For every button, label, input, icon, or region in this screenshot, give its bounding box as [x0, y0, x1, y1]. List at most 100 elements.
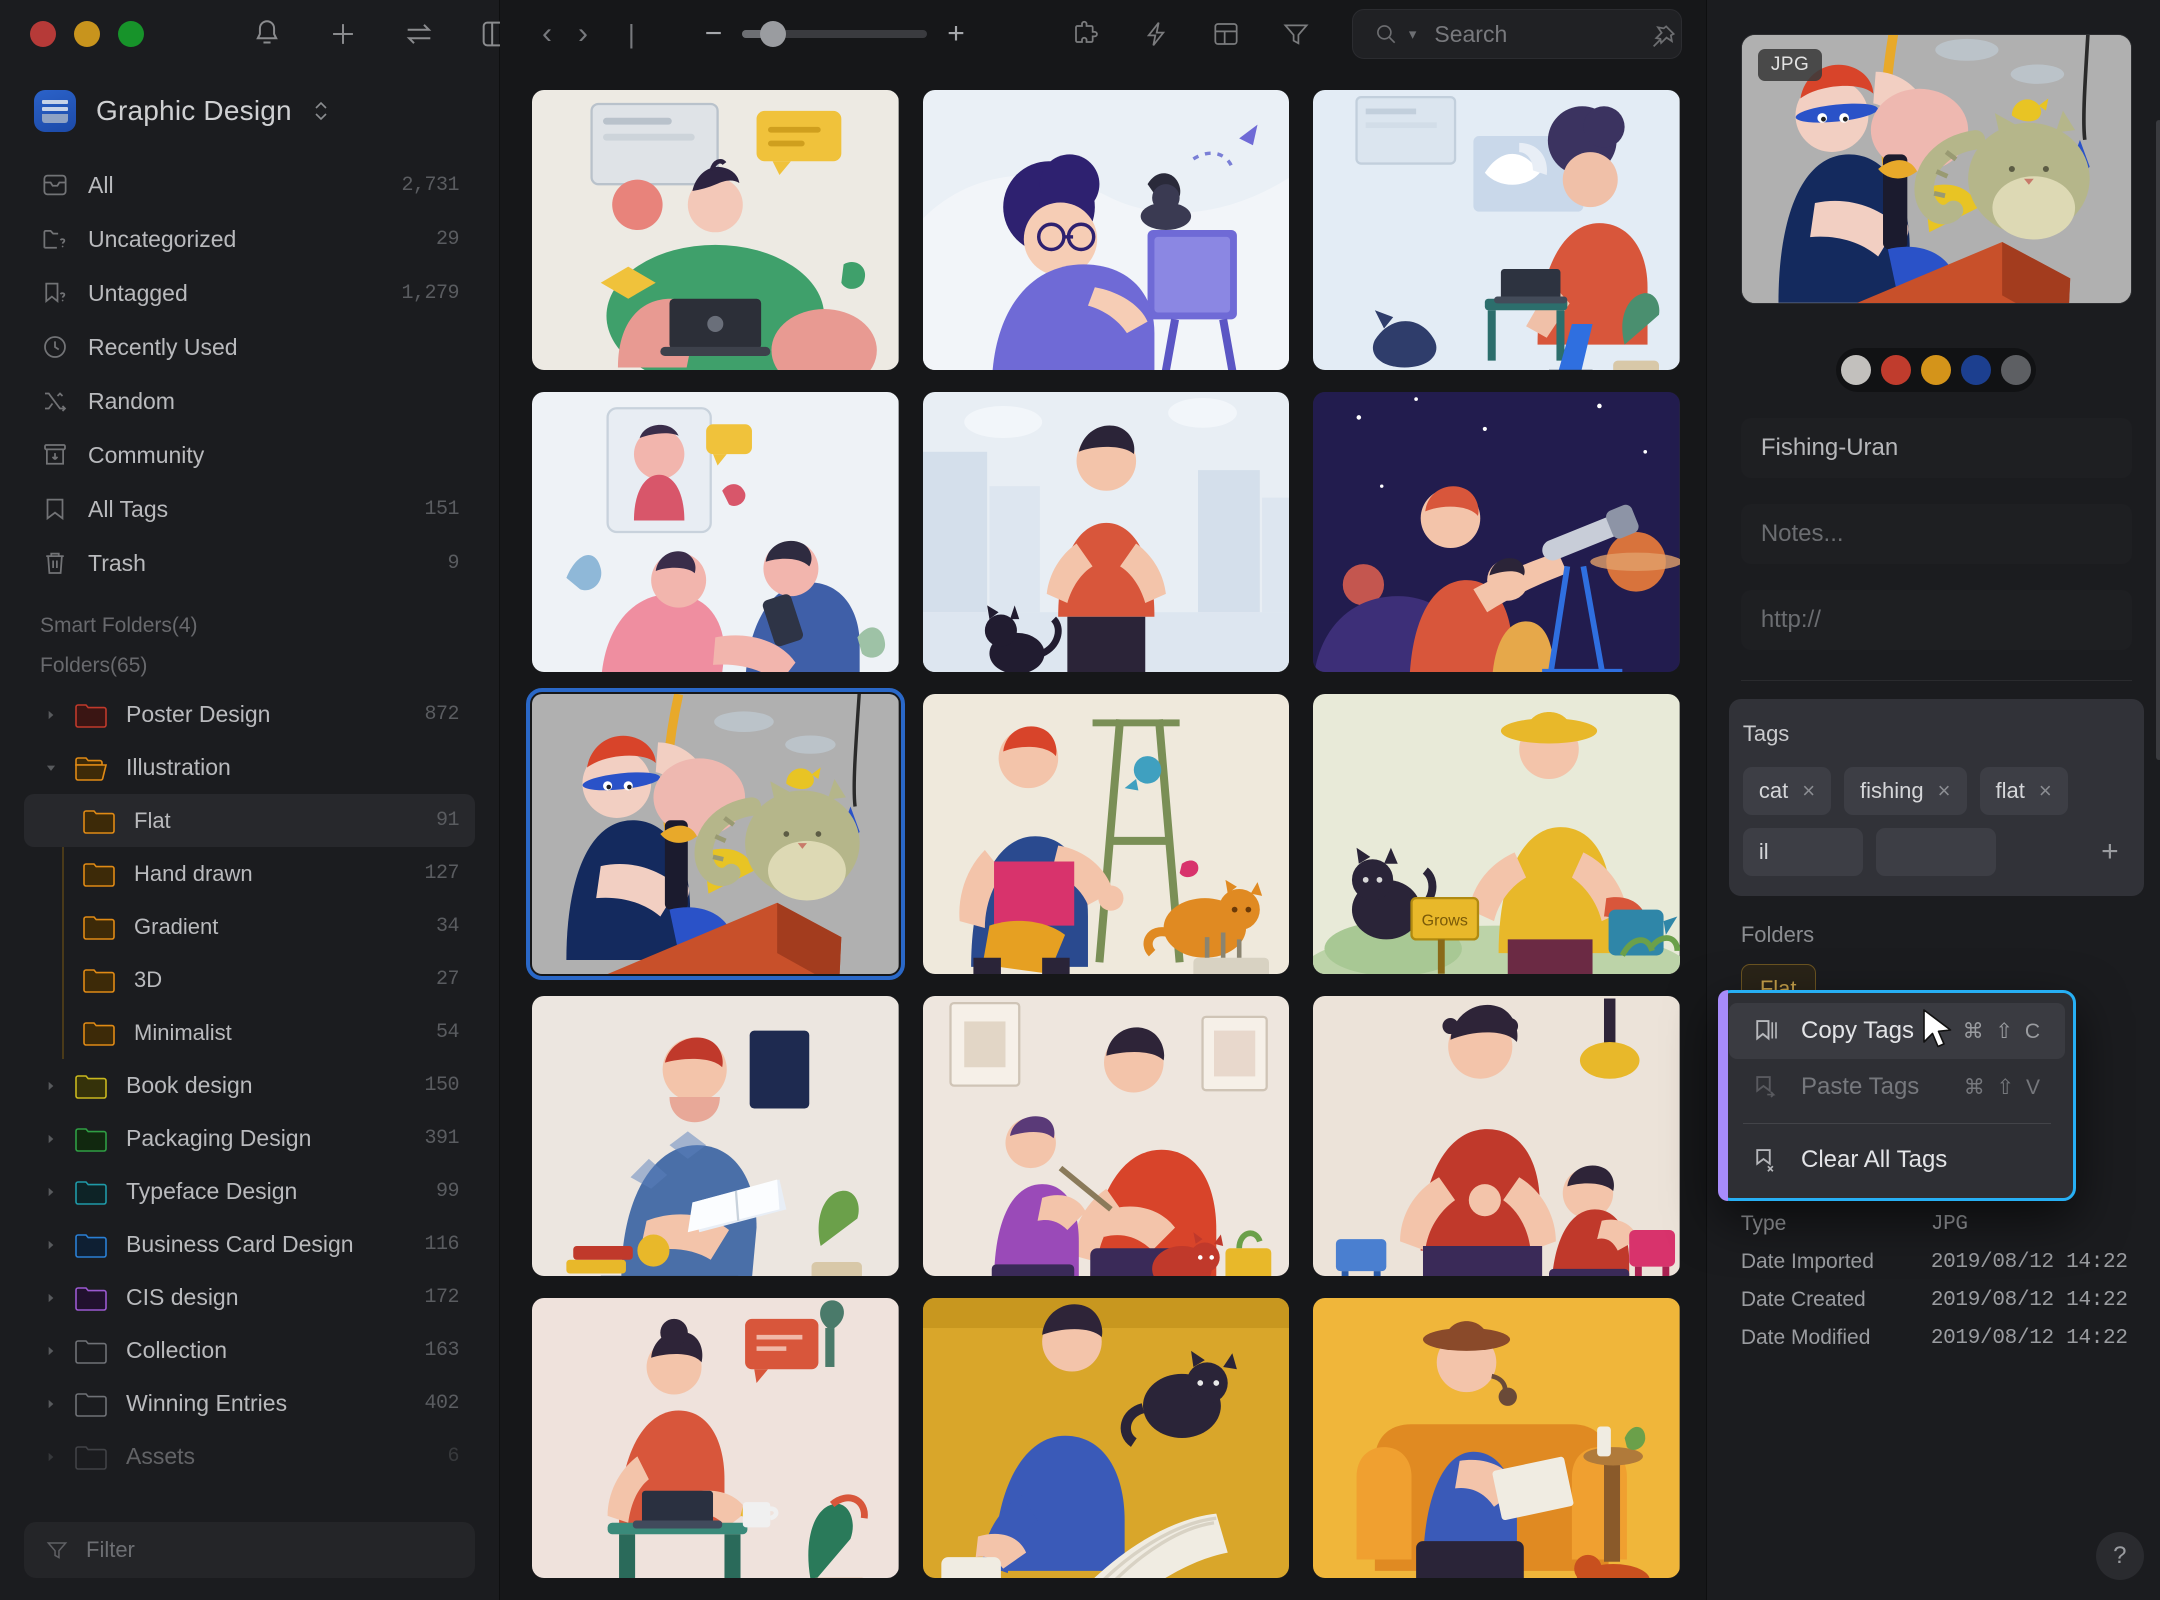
library-selector[interactable]: Graphic Design: [0, 68, 499, 158]
thumbnail-painter-easel-cat[interactable]: [922, 694, 1290, 974]
expand-arrow-icon[interactable]: [40, 1185, 62, 1199]
thumbnail-mother-child-painting[interactable]: [922, 996, 1290, 1276]
expand-arrow-icon[interactable]: [40, 1397, 62, 1411]
plus-icon[interactable]: [326, 17, 360, 51]
inspector-scrollbar[interactable]: [2155, 120, 2160, 760]
thumbnail-man-laptop-swan[interactable]: [1313, 90, 1680, 370]
tag-remove-icon[interactable]: ×: [1802, 780, 1815, 802]
notes-input[interactable]: Notes...: [1740, 504, 2132, 564]
menu-item-clear-all-tags[interactable]: Clear All Tags: [1729, 1132, 2065, 1188]
pin-icon[interactable]: [1648, 22, 1678, 52]
expand-arrow-icon[interactable]: [40, 1079, 62, 1093]
bell-icon[interactable]: [250, 17, 284, 51]
zoom-slider-handle[interactable]: [760, 21, 787, 47]
expand-arrow-icon[interactable]: [40, 1344, 62, 1358]
expand-arrow-icon[interactable]: [40, 1132, 62, 1146]
add-tag-button[interactable]: +: [2090, 828, 2130, 876]
minimize-button[interactable]: [74, 21, 100, 47]
zoom-slider[interactable]: [742, 21, 928, 47]
filter-input[interactable]: Filter: [24, 1522, 475, 1578]
color-swatch-4[interactable]: [1961, 355, 1992, 385]
thumbnail-woman-laptop-desk[interactable]: [532, 1298, 899, 1578]
sidebar-item-all-tags[interactable]: All Tags 151: [24, 482, 475, 536]
maximize-button[interactable]: [118, 21, 144, 47]
folder-3d[interactable]: 3D 27: [24, 953, 475, 1006]
folder-gradient[interactable]: Gradient 34: [24, 900, 475, 953]
extension-icon[interactable]: [1070, 18, 1102, 50]
color-swatch-3[interactable]: [1921, 355, 1952, 385]
folder-illustration[interactable]: Illustration: [24, 741, 475, 794]
folder-typeface-design[interactable]: Typeface Design 99: [24, 1165, 475, 1218]
sidebar-item-trash[interactable]: Trash 9: [24, 536, 475, 590]
search-input[interactable]: ▾ Search: [1351, 9, 1682, 59]
sidebar-item-label: Untagged: [88, 279, 188, 306]
thumbnail-telescope-night-sky[interactable]: [1313, 392, 1680, 672]
thumbnail-man-with-cat-city[interactable]: [922, 392, 1290, 672]
thumbnail-man-at-desk-green[interactable]: [532, 90, 899, 370]
url-input[interactable]: http://: [1740, 590, 2132, 650]
preview-image[interactable]: JPG: [1740, 34, 2132, 304]
tag-chip-partial[interactable]: [1875, 828, 1996, 876]
menu-item-copy-tags[interactable]: Copy Tags ⌘ ⇧ C: [1729, 1003, 2065, 1059]
layout-icon[interactable]: [1210, 18, 1242, 50]
back-button[interactable]: ‹: [542, 19, 552, 49]
expand-arrow-icon[interactable]: [40, 1291, 62, 1305]
zoom-out-button[interactable]: −: [705, 19, 723, 49]
sidebar-item-random[interactable]: Random: [24, 374, 475, 428]
expand-arrow-icon[interactable]: [40, 1450, 62, 1464]
thumbnail-people-scroll-gold[interactable]: [922, 1298, 1290, 1578]
folder-book-design[interactable]: Book design 150: [24, 1059, 475, 1112]
folder-packaging-design[interactable]: Packaging Design 391: [24, 1112, 475, 1165]
color-swatch-5[interactable]: [2001, 355, 2032, 385]
thumbnail-gardener-watering[interactable]: Grows: [1313, 694, 1680, 974]
forward-button[interactable]: ›: [578, 19, 588, 49]
collapse-arrow-icon[interactable]: [40, 761, 62, 775]
tag-chip[interactable]: flat ×: [1979, 767, 2068, 815]
thumbnail-fishing-man-cat[interactable]: [526, 688, 905, 980]
menu-item-shortcut: ⌘ ⇧ C: [1962, 1019, 2043, 1043]
folder-collection[interactable]: Collection 163: [24, 1324, 475, 1377]
sidebar-item-recently-used[interactable]: Recently Used: [24, 320, 475, 374]
folder-assets[interactable]: Assets 6: [24, 1430, 475, 1483]
expand-arrow-icon[interactable]: [40, 708, 62, 722]
zoom-in-button[interactable]: +: [947, 19, 965, 49]
thumbnail-family-dinner-red[interactable]: [1313, 996, 1680, 1276]
folder-winning-entries[interactable]: Winning Entries 402: [24, 1377, 475, 1430]
view-options: [1070, 18, 1312, 50]
lightning-icon[interactable]: [1140, 18, 1172, 50]
tag-chip[interactable]: cat ×: [1742, 767, 1832, 815]
help-button[interactable]: ?: [2095, 1532, 2144, 1580]
thumbnail-man-armchair-pipe[interactable]: [1313, 1298, 1680, 1578]
color-swatch-2[interactable]: [1881, 355, 1912, 385]
svg-text:Grows: Grows: [1422, 912, 1468, 930]
property-key: Date Imported: [1740, 1250, 1874, 1273]
folder-cis-design[interactable]: CIS design 172: [24, 1271, 475, 1324]
transfer-icon[interactable]: [402, 17, 436, 51]
folder-minimalist[interactable]: Minimalist 54: [24, 1006, 475, 1059]
title-input[interactable]: Fishing-Uran: [1740, 418, 2132, 478]
filter-icon[interactable]: [1280, 18, 1312, 50]
sidebar-item-all[interactable]: All 2,731: [24, 158, 475, 212]
tag-remove-icon[interactable]: ×: [1938, 780, 1951, 802]
close-button[interactable]: [30, 21, 56, 47]
folder-count: 27: [435, 968, 460, 991]
folder-hand-drawn[interactable]: Hand drawn 127: [24, 847, 475, 900]
menu-item-paste-tags[interactable]: Paste Tags ⌘ ⇧ V: [1729, 1059, 2065, 1115]
tag-chip[interactable]: fishing ×: [1844, 767, 1967, 815]
folder-business-card-design[interactable]: Business Card Design 116: [24, 1218, 475, 1271]
chevron-down-icon[interactable]: ▾: [1409, 25, 1417, 43]
folder-label: Collection: [126, 1337, 227, 1363]
thumbnail-woman-painting-purple[interactable]: [922, 90, 1290, 370]
color-swatch-1[interactable]: [1841, 355, 1872, 385]
sidebar-item-uncategorized[interactable]: Uncategorized 29: [24, 212, 475, 266]
expand-arrow-icon[interactable]: [40, 1238, 62, 1252]
folder-flat[interactable]: Flat 91: [24, 794, 475, 847]
sidebar-item-untagged[interactable]: Untagged 1,279: [24, 266, 475, 320]
tag-remove-icon[interactable]: ×: [2039, 780, 2052, 802]
folder-poster-design[interactable]: Poster Design 872: [24, 688, 475, 741]
thumbnail-man-reading-book[interactable]: [532, 996, 899, 1276]
library-icon: [34, 90, 76, 132]
sidebar-item-community[interactable]: Community: [24, 428, 475, 482]
thumbnail-couple-phone-pink[interactable]: [532, 392, 899, 672]
tag-chip[interactable]: il: [1742, 828, 1863, 876]
